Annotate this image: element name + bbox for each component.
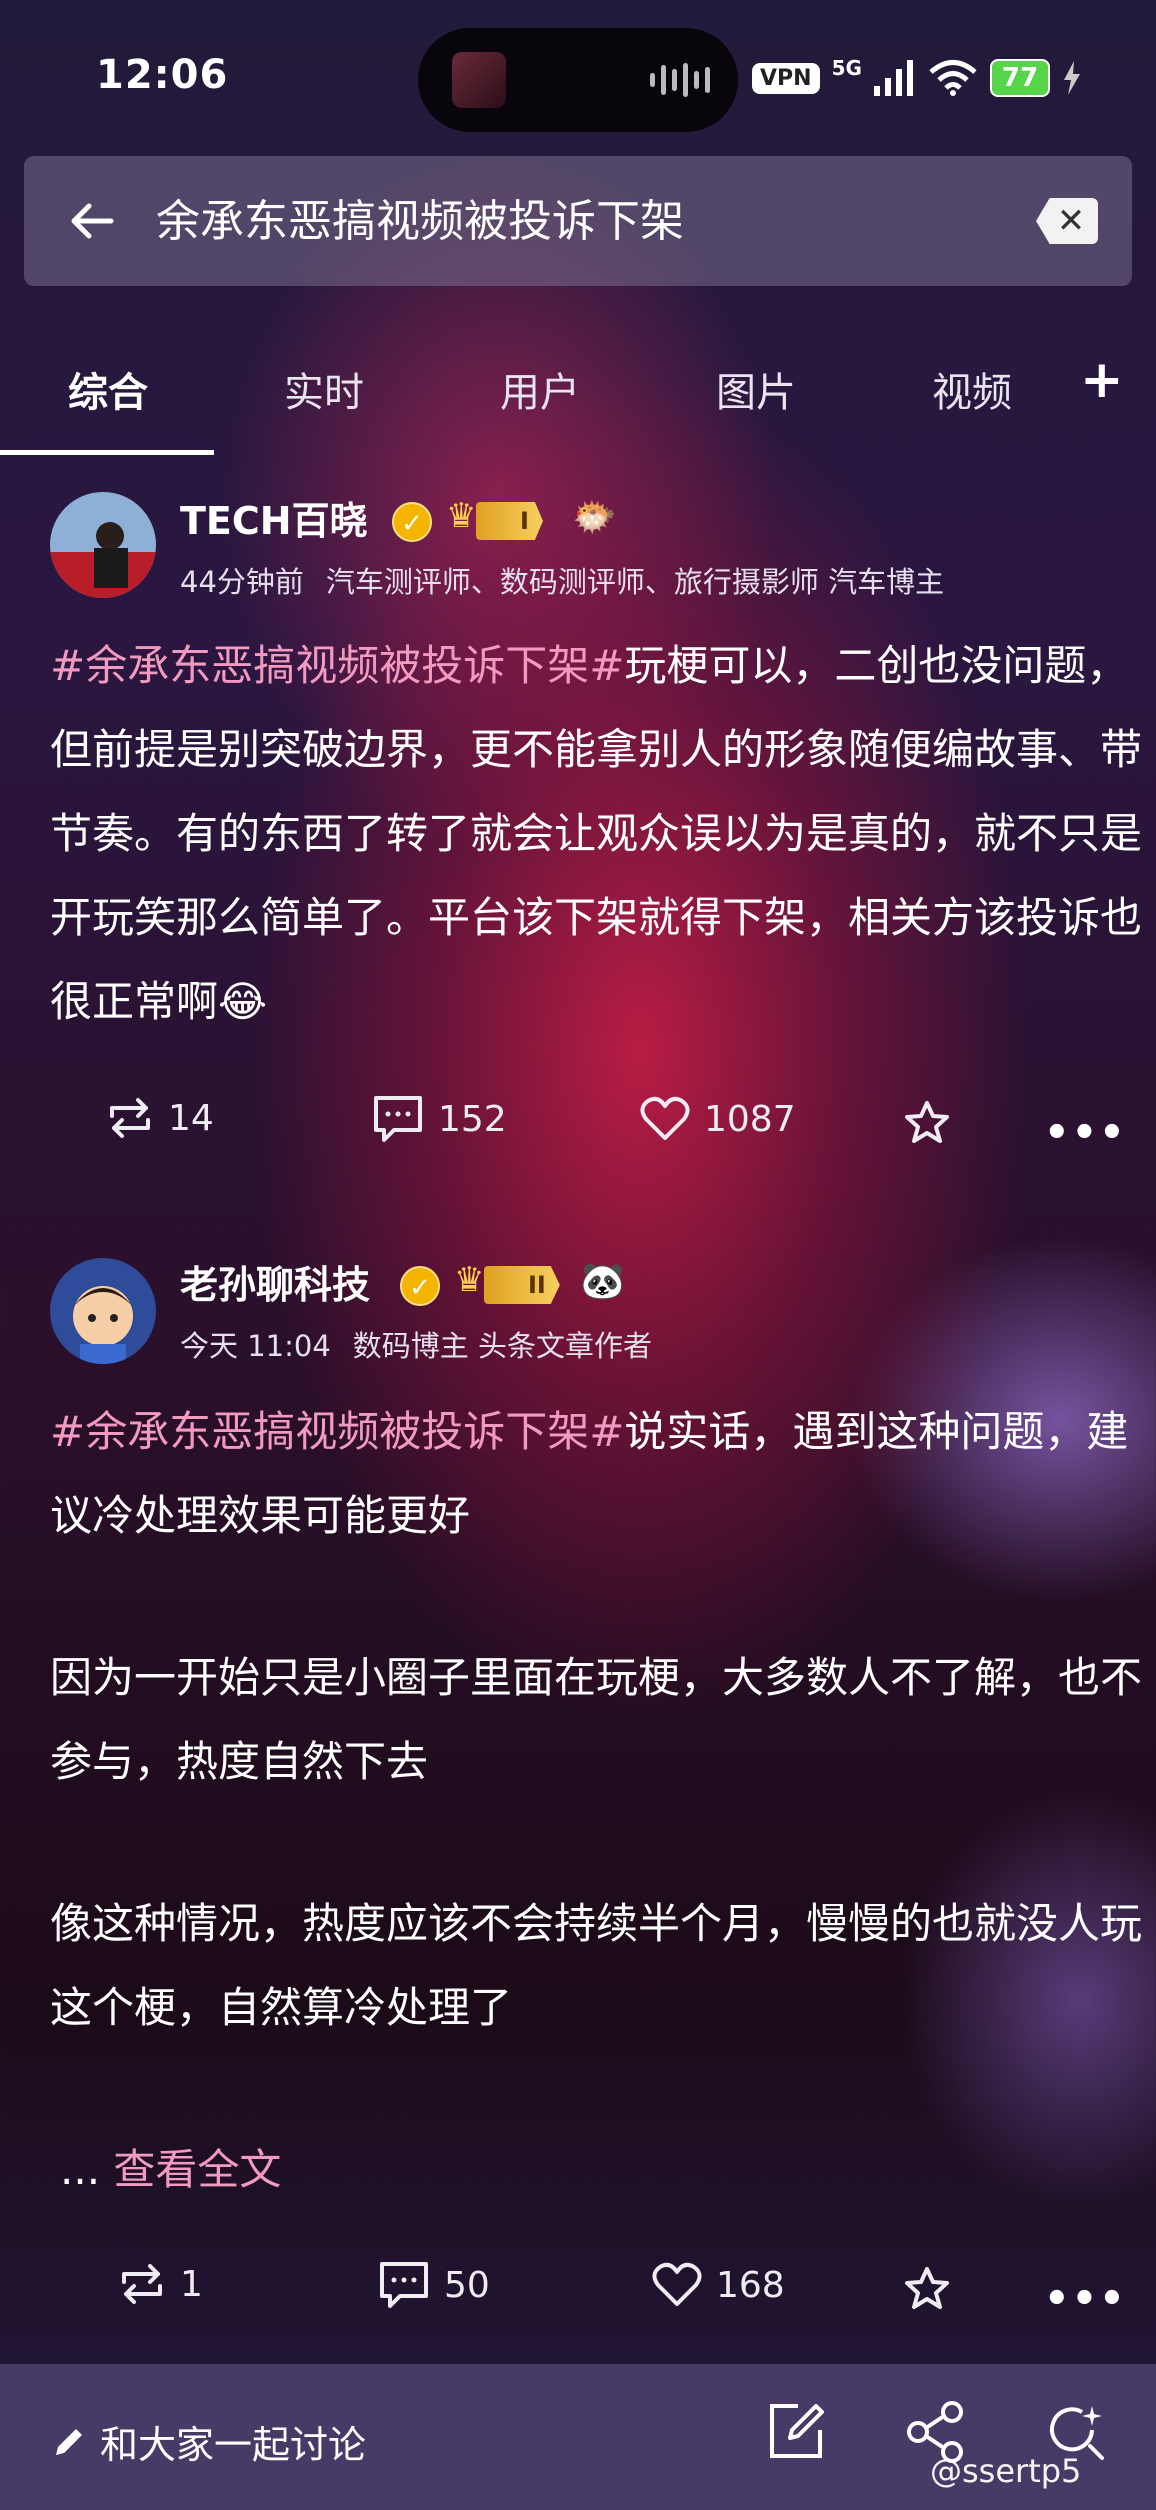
repost-count: 1 (180, 2263, 203, 2305)
back-arrow-icon[interactable] (62, 186, 122, 256)
repost-button[interactable]: 14 (106, 1096, 214, 1140)
tab-images[interactable]: 图片 (716, 360, 796, 418)
repost-icon (110, 1098, 150, 1138)
read-more[interactable]: ... 查看全文 (60, 2128, 1156, 2212)
heart-icon (652, 2262, 702, 2306)
username[interactable]: 老孙聊科技 (180, 1260, 370, 1310)
heart-icon (640, 1096, 690, 1140)
read-more-link[interactable]: 查看全文 (113, 2145, 281, 2194)
repost-count: 14 (168, 1097, 214, 1139)
add-tab-icon[interactable]: + (1080, 350, 1124, 410)
post-body[interactable]: #余承东恶搞视频被投诉下架#说实话，遇到这种问题，建议冷处理效果可能更好 (50, 1390, 1150, 1558)
comment-button[interactable]: 152 (372, 1094, 507, 1144)
post-body[interactable]: #余承东恶搞视频被投诉下架#玩梗可以，二创也没问题，但前提是别突破边界，更不能拿… (50, 624, 1150, 1044)
search-input[interactable]: 余承东恶搞视频被投诉下架 (156, 190, 684, 254)
panda-badge-icon: 🐼 (580, 1261, 625, 1302)
like-count: 168 (716, 2264, 785, 2306)
vpn-badge: VPN (752, 62, 820, 94)
hashtag-link[interactable]: #余承东恶搞视频被投诉下架# (50, 1407, 624, 1456)
star-icon (905, 1101, 949, 1143)
comment-button[interactable]: 50 (378, 2260, 490, 2310)
compose-label: 和大家一起讨论 (100, 2423, 367, 2467)
audio-wave-icon (650, 62, 710, 98)
laugh-emoji: 😂 (218, 977, 268, 1026)
like-count: 1087 (704, 1098, 796, 1140)
tab-comprehensive[interactable]: 综合 (68, 360, 148, 418)
wifi-icon (929, 60, 977, 96)
comment-icon (380, 2262, 428, 2308)
avatar[interactable] (50, 1258, 156, 1364)
like-button[interactable]: 1087 (640, 1096, 796, 1142)
network-type: 5G (831, 56, 862, 80)
media-thumbnail (452, 52, 506, 108)
post-paragraph: 像这种情况，热度应该不会持续半个月，慢慢的也就没人玩这个梗，自然算冷处理了 (50, 1899, 1143, 2032)
tab-videos[interactable]: 视频 (932, 360, 1012, 418)
star-icon (905, 2267, 949, 2309)
charging-bolt-icon (1064, 61, 1081, 95)
pencil-icon (56, 2428, 82, 2455)
author-description: 数码博主 头条文章作者 (352, 1329, 653, 1363)
more-options-icon[interactable]: ••• (1044, 2276, 1127, 2322)
repost-button[interactable]: 1 (118, 2262, 203, 2306)
rank-badge: II (484, 1266, 560, 1304)
verified-badge-icon: ✓ (392, 502, 432, 542)
verified-badge-icon: ✓ (400, 1266, 440, 1306)
repost-icon (122, 2264, 162, 2304)
fish-badge-icon: 🐡 (572, 497, 617, 538)
watermark: @ssertp5 (930, 2452, 1082, 2490)
hashtag-link[interactable]: #余承东恶搞视频被投诉下架# (50, 641, 624, 690)
tab-realtime[interactable]: 实时 (284, 360, 364, 418)
status-icons: VPN 5G 77 (752, 56, 1082, 100)
compose-button[interactable]: 和大家一起讨论 (52, 2414, 366, 2469)
favorite-button[interactable] (904, 2266, 950, 2310)
more-options-icon[interactable]: ••• (1044, 1110, 1127, 1156)
avatar[interactable] (50, 492, 156, 598)
status-time: 12:06 (96, 52, 229, 98)
crown-icon: ♛ (454, 1260, 485, 1300)
crown-icon: ♛ (446, 496, 477, 536)
username[interactable]: TECH百晓 (180, 496, 368, 546)
battery-level: 77 (989, 59, 1051, 97)
ellipsis: ... (60, 2145, 101, 2194)
post-paragraph: 因为一开始只是小圈子里面在玩梗，大多数人不了解，也不参与，热度自然下去 (50, 1653, 1143, 1786)
active-tab-indicator (0, 450, 214, 455)
tab-users[interactable]: 用户 (500, 360, 580, 418)
edit-icon[interactable] (764, 2400, 828, 2468)
rank-badge: I (476, 502, 543, 540)
comment-icon (374, 1096, 422, 1142)
signal-icon (873, 60, 913, 96)
comment-count: 152 (438, 1098, 507, 1140)
comment-count: 50 (444, 2264, 490, 2306)
post-text: 玩梗可以，二创也没问题，但前提是别突破边界，更不能拿别人的形象随便编故事、带节奏… (50, 641, 1143, 1026)
post-time: 44分钟前 (180, 565, 304, 599)
favorite-button[interactable] (904, 1100, 950, 1144)
tab-bar: 综合 实时 用户 图片 视频 (0, 340, 1156, 440)
post-time: 今天 11:04 (180, 1329, 331, 1363)
post-meta: 44分钟前 汽车测评师、数码测评师、旅行摄影师 汽车博主 (180, 562, 944, 602)
post-meta: 今天 11:04 数码博主 头条文章作者 (180, 1326, 652, 1366)
author-description: 汽车测评师、数码测评师、旅行摄影师 汽车博主 (325, 565, 945, 599)
like-button[interactable]: 168 (652, 2262, 785, 2308)
